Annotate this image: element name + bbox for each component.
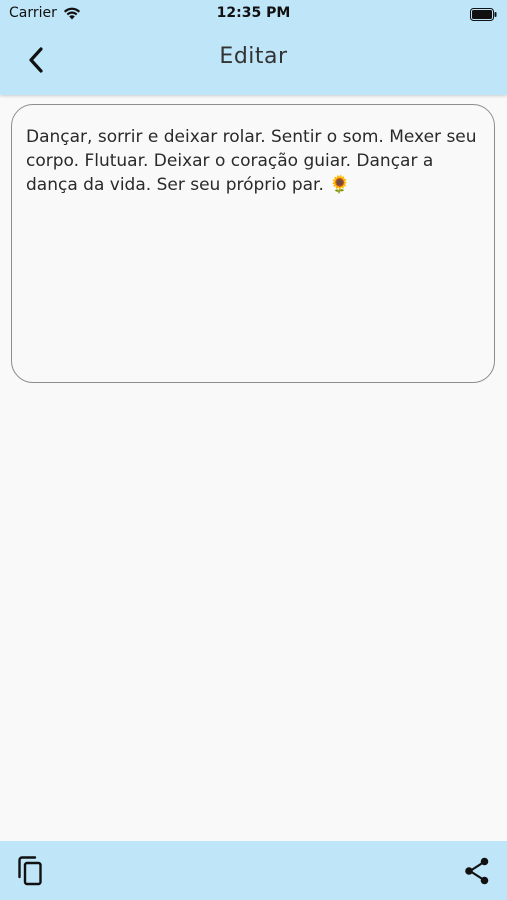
copy-icon — [18, 856, 42, 886]
share-icon — [465, 857, 489, 885]
app-screen: Carrier 12:35 PM Editar Dançar, sorrir e… — [0, 0, 507, 900]
page-title: Editar — [219, 44, 288, 69]
note-text-editor[interactable]: Dançar, sorrir e deixar rolar. Sentir o … — [11, 104, 495, 383]
top-navigation-bar: Carrier 12:35 PM Editar — [0, 0, 507, 95]
copy-button[interactable] — [15, 854, 45, 888]
share-button[interactable] — [462, 855, 492, 887]
battery-icon — [470, 6, 497, 25]
bottom-toolbar — [0, 841, 507, 900]
status-bar: Carrier 12:35 PM — [0, 0, 507, 28]
status-time: 12:35 PM — [216, 5, 291, 21]
